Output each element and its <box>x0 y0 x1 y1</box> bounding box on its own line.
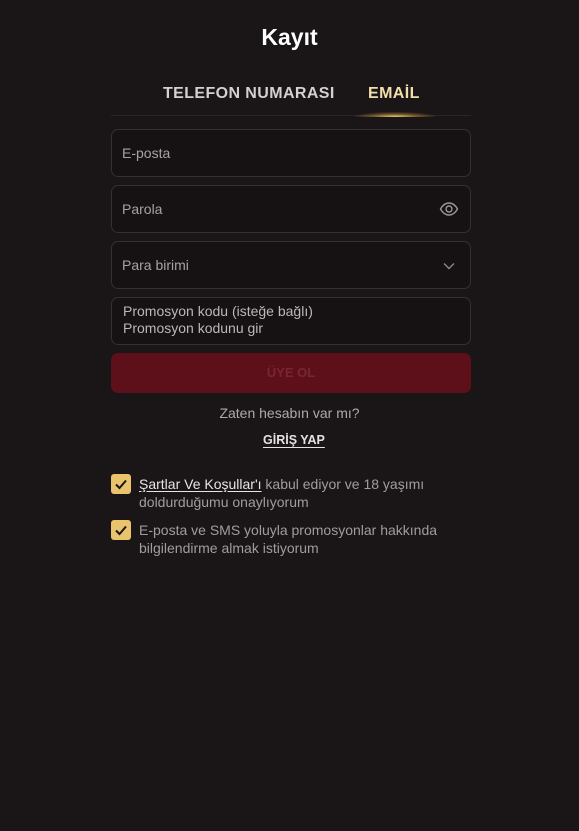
marketing-checkbox[interactable] <box>111 520 131 540</box>
tab-phone-number[interactable]: TELEFON NUMARASI <box>163 84 335 116</box>
terms-link[interactable]: Şartlar Ve Koşullar'ı <box>139 476 262 492</box>
currency-select[interactable]: Para birimi <box>111 241 471 289</box>
marketing-consent-text: E-posta ve SMS yoluyla promosyonlar hakk… <box>139 522 438 556</box>
email-placeholder: E-posta <box>122 145 171 161</box>
promo-code-label: Promosyon kodu (isteğe bağlı) <box>123 303 313 319</box>
registration-tabs: TELEFON NUMARASI EMAİL <box>111 84 471 117</box>
register-button[interactable]: ÜYE OL <box>111 353 471 393</box>
password-placeholder: Parola <box>122 201 163 217</box>
chevron-down-icon <box>442 259 456 271</box>
currency-placeholder: Para birimi <box>122 257 189 273</box>
login-link[interactable]: GİRİŞ YAP <box>263 433 325 447</box>
terms-consent-text: Şartlar Ve Koşullar'ı kabul ediyor ve 18… <box>139 475 459 511</box>
checkmark-icon <box>115 479 127 490</box>
checkmark-icon <box>115 525 127 536</box>
email-field[interactable]: E-posta <box>111 129 471 177</box>
eye-icon[interactable] <box>439 200 459 218</box>
registration-page: Kayıt TELEFON NUMARASI EMAİL E-posta Par… <box>0 0 579 831</box>
password-field[interactable]: Parola <box>111 185 471 233</box>
terms-checkbox[interactable] <box>111 474 131 494</box>
page-title: Kayıt <box>261 24 318 50</box>
promo-code-field[interactable]: Promosyon kodu (isteğe bağlı) Promosyon … <box>111 297 471 345</box>
active-tab-indicator <box>355 112 435 117</box>
promo-code-placeholder: Promosyon kodunu gir <box>123 320 264 336</box>
already-have-account-text: Zaten hesabın var mı? <box>219 405 360 421</box>
